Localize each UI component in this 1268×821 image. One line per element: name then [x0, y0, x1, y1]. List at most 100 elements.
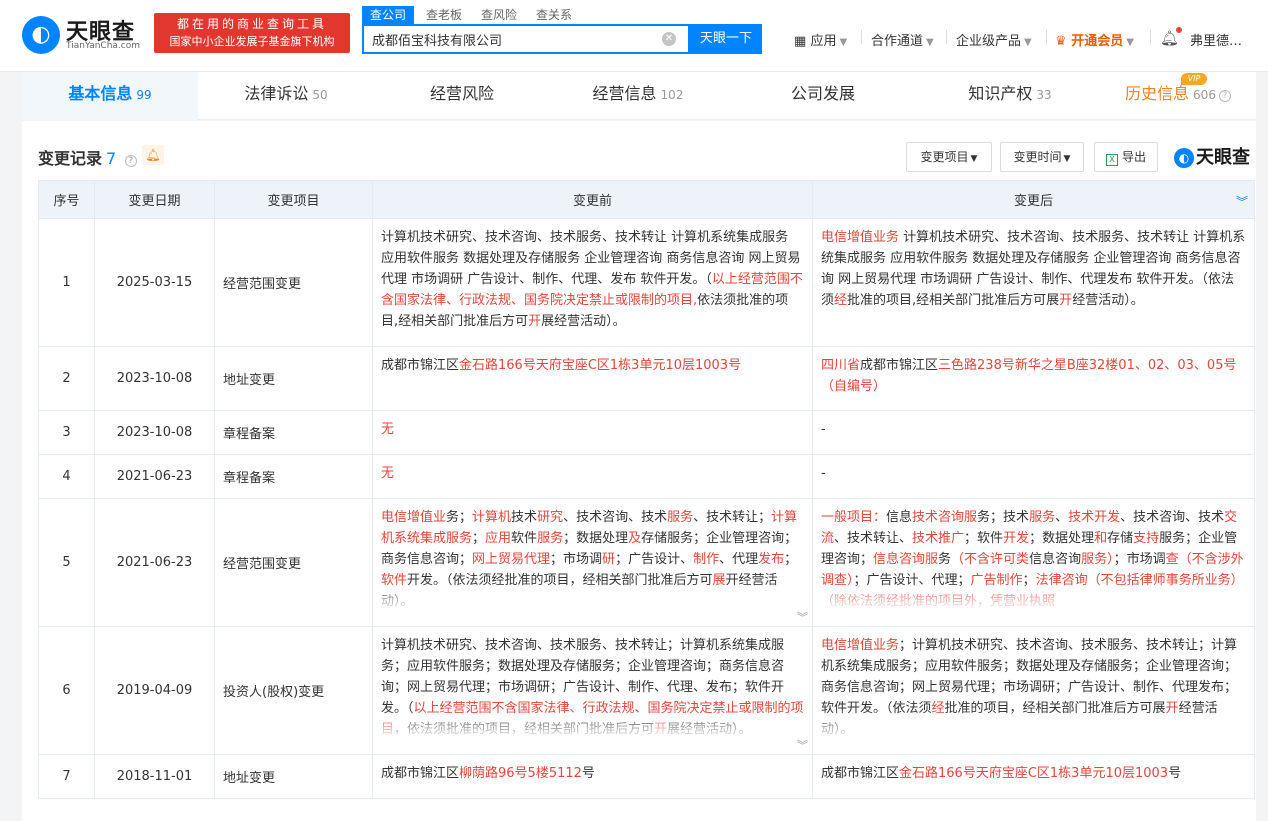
text-segment: ；广告设计、 — [615, 552, 693, 567]
text-segment: ；软件 — [964, 531, 1003, 546]
text-segment: 、技术咨询、技术 — [563, 510, 667, 525]
nav-divider — [1150, 30, 1151, 44]
filter-time-label: 变更时间 — [1014, 150, 1062, 164]
text-segment: ；数据处理 — [1029, 531, 1094, 546]
highlight-text: 开 — [528, 314, 541, 329]
text-segment: 信息咨询 — [1029, 552, 1081, 567]
cell-before: 无 — [373, 455, 813, 499]
cell-no: 4 — [39, 455, 95, 499]
highlight-text: 无 — [381, 422, 394, 437]
text-segment: 批准的项目,经相关部门批准后方可展 — [847, 293, 1059, 308]
tab-basic-info[interactable]: 基本信息99 — [22, 72, 198, 120]
search-tab-risk[interactable]: 查风险 — [481, 6, 517, 24]
clear-icon[interactable]: ✕ — [662, 32, 676, 46]
tab-development[interactable]: 公司发展 — [726, 72, 920, 120]
tab-litigation[interactable]: 法律诉讼50 — [198, 72, 374, 120]
search-button[interactable]: 天眼一下 — [690, 24, 762, 54]
after-content: 电信增值业务；计算机技术研究、技术咨询、技术服务、技术转让；计算机系统集成服务；… — [821, 635, 1246, 740]
search-box: ✕ — [362, 24, 690, 54]
text-segment: 软件 — [511, 531, 537, 546]
expand-chevron-icon[interactable]: ︾ — [797, 735, 808, 756]
site-logo[interactable]: ◐ 天眼查 TianYanCha.com — [22, 14, 150, 54]
text-segment: ；市场调 — [550, 552, 602, 567]
search-tab-company[interactable]: 查公司 — [362, 6, 414, 24]
nav-vip-label: 开通会员 — [1071, 34, 1123, 49]
nav-channel[interactable]: 合作通道▼ — [871, 30, 934, 49]
vip-badge: VIP — [1181, 73, 1207, 85]
tab-count: 102 — [661, 88, 684, 102]
brand-watermark: ◐天眼查 — [1174, 143, 1250, 169]
highlight-text: 服务 — [537, 531, 563, 546]
nav-divider — [1046, 30, 1047, 44]
highlight-text: 信息咨询服 — [873, 552, 938, 567]
tab-business-risk[interactable]: 经营风险 — [374, 72, 550, 120]
tab-count: 606 — [1193, 88, 1216, 102]
nav-enterprise[interactable]: 企业级产品▼ — [956, 30, 1032, 49]
after-content: 成都市锦江区金石路166号天府宝座C区1栋3单元10层1003号 — [821, 763, 1246, 784]
highlight-text: 电信增值业务 — [821, 638, 899, 653]
text-segment: ； — [472, 531, 485, 546]
change-record-table: 序号 变更日期 变更项目 变更前 变更后︾ 12025-03-15经营范围变更计… — [38, 180, 1255, 799]
cell-no: 6 — [39, 627, 95, 755]
before-content: 成都市锦江区柳荫路96号5楼5112号 — [381, 763, 804, 784]
highlight-text: 金石路166号天府宝座C区1栋3单元10层1003号 — [459, 358, 741, 373]
col-header-after: 变更后︾ — [813, 181, 1255, 219]
search-tab-boss[interactable]: 查老板 — [426, 6, 462, 24]
filter-change-item-button[interactable]: 变更项目▼ — [906, 142, 992, 172]
highlight-text: 一般项目： — [821, 510, 886, 525]
cell-before: 无 — [373, 411, 813, 455]
cell-before: 成都市锦江区柳荫路96号5楼5112号 — [373, 755, 813, 799]
highlight-text: 四川省 — [821, 358, 860, 373]
tab-ip[interactable]: 知识产权33 — [920, 72, 1100, 120]
export-label: 导出 — [1122, 150, 1146, 164]
top-header: ◐ 天眼查 TianYanCha.com 都在用的商业查询工具 国家中小企业发展… — [0, 0, 1268, 72]
text-segment: 成都市锦江区 — [381, 358, 459, 373]
export-button[interactable]: X导出 — [1094, 142, 1158, 172]
cell-date: 2021-06-23 — [95, 499, 215, 627]
after-content: 电信增值业务 计算机技术研究、技术咨询、技术服务、技术转让 计算机系统集成服务 … — [821, 227, 1246, 311]
text-segment: 信息 — [886, 510, 912, 525]
table-header-row: 序号 变更日期 变更项目 变更前 变更后︾ — [39, 181, 1255, 219]
highlight-text: 发布 — [758, 552, 784, 567]
highlight-text: 开 — [1059, 293, 1072, 308]
text-segment: 务；技术 — [977, 510, 1029, 525]
text-segment: 号 — [1168, 766, 1181, 781]
tab-history[interactable]: 历史信息606? — [1100, 72, 1256, 120]
text-segment: 、技术咨询、技术 — [1120, 510, 1224, 525]
cell-item: 经营范围变更 — [215, 499, 373, 627]
table-row: 32023-10-08章程备案无- — [39, 411, 1255, 455]
nav-apps[interactable]: ▦ 应用▼ — [794, 30, 847, 49]
expand-chevron-icon[interactable]: ︾ — [797, 607, 808, 628]
highlight-text: 柳荫路96号5楼5112 — [459, 766, 582, 781]
user-name[interactable]: 弗里德… — [1190, 30, 1242, 49]
after-content: 一般项目：信息技术咨询服务；技术服务、技术开发、技术咨询、技术交流、技术转让、技… — [821, 507, 1246, 612]
highlight-text: 制作 — [693, 552, 719, 567]
text-fade — [821, 582, 1246, 612]
caret-down-icon: ▼ — [971, 154, 978, 164]
double-chevron-down-icon[interactable]: ︾ — [1236, 193, 1248, 210]
bell-alert-icon[interactable]: 🔔︎ — [142, 145, 164, 165]
text-segment: 、技术转让、 — [834, 531, 912, 546]
highlight-text: 服务 — [667, 510, 693, 525]
nav-vip[interactable]: ♛ 开通会员▼ — [1055, 30, 1134, 49]
cell-date: 2018-11-01 — [95, 755, 215, 799]
nav-apps-label: 应用 — [810, 34, 836, 49]
chevron-down-icon: ▼ — [839, 37, 847, 48]
slogan-line2: 国家中小企业发展子基金旗下机构 — [154, 33, 350, 51]
caret-down-icon: ▼ — [1064, 154, 1071, 164]
before-content: 无 — [381, 419, 804, 440]
help-icon[interactable]: ? — [125, 155, 137, 167]
highlight-text: （不含许可类 — [951, 552, 1029, 567]
help-icon[interactable]: ? — [1219, 90, 1231, 102]
search-tab-relation[interactable]: 查关系 — [536, 6, 572, 24]
text-segment: 务； — [446, 510, 472, 525]
cell-item: 地址变更 — [215, 347, 373, 411]
search-input[interactable] — [364, 26, 654, 52]
text-segment: ；市场调 — [1114, 552, 1166, 567]
cell-after: 电信增值业务；计算机技术研究、技术咨询、技术服务、技术转让；计算机系统集成服务；… — [813, 627, 1255, 755]
filter-change-time-button[interactable]: 变更时间▼ — [1000, 142, 1084, 172]
tab-label: 公司发展 — [791, 84, 855, 103]
tab-operation-info[interactable]: 经营信息102 — [550, 72, 726, 120]
text-segment: 成都市锦江区 — [860, 358, 938, 373]
text-segment: 展经营活动）。 — [541, 314, 626, 329]
